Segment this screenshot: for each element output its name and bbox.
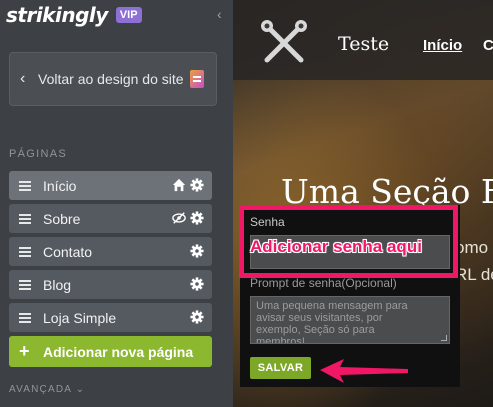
page-item-loja-simple[interactable]: Loja Simple bbox=[9, 303, 212, 332]
gear-icon[interactable] bbox=[190, 310, 204, 324]
drag-handle-icon[interactable] bbox=[19, 312, 31, 323]
page-label: Blog bbox=[43, 276, 72, 293]
back-button-label: Voltar ao design do site bbox=[38, 71, 184, 87]
vip-badge: VIP bbox=[115, 7, 142, 23]
eye-slash-icon bbox=[172, 212, 186, 224]
add-page-button[interactable]: + Adicionar nova página bbox=[9, 336, 212, 367]
page-label: Loja Simple bbox=[43, 309, 117, 326]
site-navbar: Teste Início C bbox=[233, 0, 493, 80]
home-icon bbox=[172, 178, 186, 192]
gear-icon[interactable] bbox=[190, 178, 204, 192]
page-label: Sobre bbox=[43, 210, 81, 227]
chevron-left-icon: ‹ bbox=[20, 70, 26, 87]
add-page-label: Adicionar nova página bbox=[43, 343, 194, 360]
gear-icon[interactable] bbox=[190, 277, 204, 291]
password-prompt-label: Prompt de senha(Opcional) bbox=[250, 276, 397, 290]
brand: strikingly VIP bbox=[6, 2, 142, 28]
prompt-placeholder-line: exemplo, Seção só para bbox=[256, 324, 375, 336]
back-to-design-button[interactable]: ‹ Voltar ao design do site bbox=[9, 52, 217, 106]
prompt-placeholder-line: Uma pequena mensagem para bbox=[256, 300, 408, 312]
advanced-label: AVANÇADA bbox=[9, 384, 72, 395]
drag-handle-icon[interactable] bbox=[19, 279, 31, 290]
gear-icon[interactable] bbox=[190, 244, 204, 258]
drag-handle-icon[interactable] bbox=[19, 213, 31, 224]
save-button[interactable]: SALVAR bbox=[250, 357, 311, 379]
chevron-down-icon: ⌄ bbox=[75, 384, 86, 395]
page-item-blog[interactable]: Blog bbox=[9, 270, 212, 299]
site-title: Teste bbox=[338, 33, 390, 55]
prompt-placeholder-line: membros! bbox=[256, 336, 305, 344]
hero-text-line: RL de bbox=[455, 265, 493, 284]
annotation-arrow bbox=[320, 359, 408, 383]
resize-handle[interactable] bbox=[441, 335, 447, 341]
nav-link-inicio[interactable]: Início bbox=[423, 37, 462, 54]
editor-sidebar: strikingly VIP ‹ ‹ Voltar ao design do s… bbox=[0, 0, 233, 407]
tools-icon bbox=[261, 20, 307, 63]
pages-section-label: PÁGINAS bbox=[9, 148, 68, 160]
password-prompt-textarea[interactable]: Uma pequena mensagem para avisar seus vi… bbox=[250, 296, 450, 344]
drag-handle-icon[interactable] bbox=[19, 246, 31, 257]
annotation-text: Adicionar senha aqui bbox=[250, 237, 422, 256]
drag-handle-icon[interactable] bbox=[19, 180, 31, 191]
page-item-contato[interactable]: Contato bbox=[9, 237, 212, 266]
page-label: Contato bbox=[43, 243, 93, 260]
strikingly-logo: strikingly bbox=[6, 3, 108, 27]
gear-icon[interactable] bbox=[190, 211, 204, 225]
collapse-sidebar-icon[interactable]: ‹ bbox=[217, 6, 222, 22]
document-icon bbox=[190, 70, 204, 88]
page-item-inicio[interactable]: Início bbox=[9, 171, 212, 200]
prompt-placeholder-line: avisar seus visitantes, por bbox=[256, 312, 383, 324]
page-item-sobre[interactable]: Sobre bbox=[9, 204, 212, 233]
page-label: Início bbox=[43, 177, 77, 194]
nav-link-truncated[interactable]: C bbox=[483, 37, 493, 54]
plus-icon: + bbox=[19, 341, 30, 361]
advanced-toggle[interactable]: AVANÇADA ⌄ bbox=[9, 384, 85, 395]
